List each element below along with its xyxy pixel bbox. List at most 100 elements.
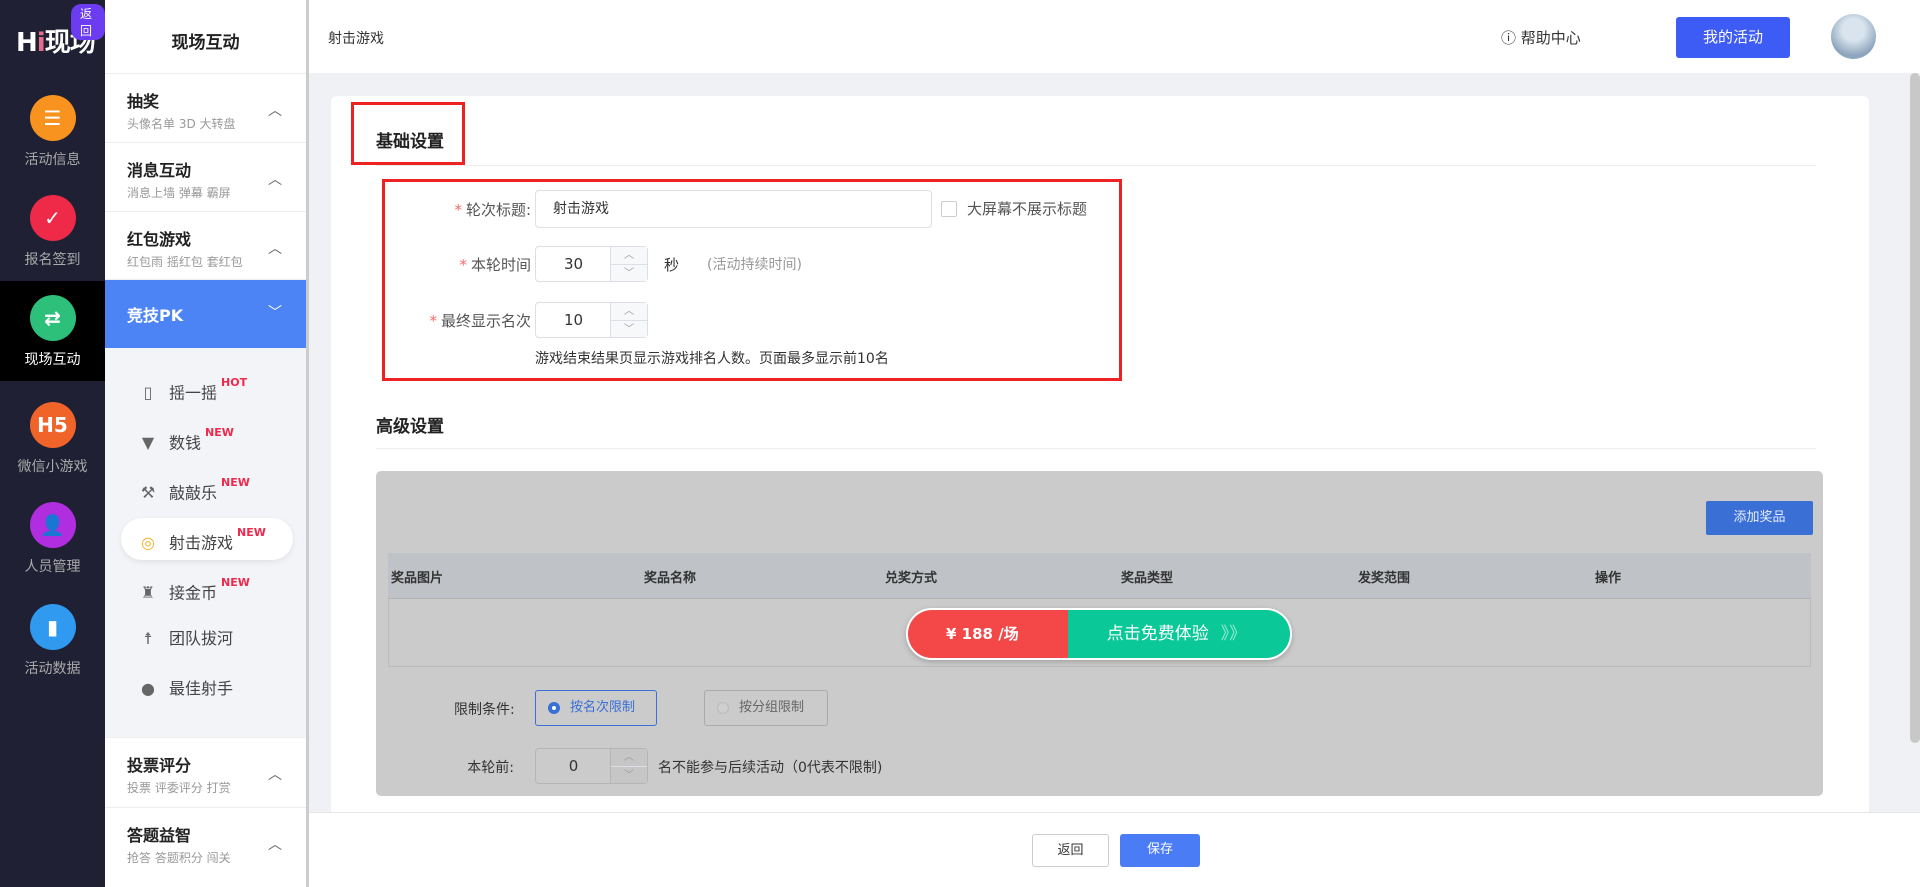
tug-of-war-icon: ☨ (143, 629, 153, 648)
sidebar-item-game[interactable]: ▯ 摇一摇HOT (121, 368, 293, 410)
rail-item-label: 活动信息 (24, 152, 81, 168)
limit-by-rank-radio[interactable]: 按名次限制 (535, 690, 657, 726)
divider (376, 165, 1816, 166)
rank-label: * 最终显示名次 (429, 312, 531, 330)
round-title-input[interactable]: 射击游戏 (535, 190, 932, 228)
chevron-up-icon: ︿ (268, 241, 282, 257)
rank-stepper[interactable]: 10 ︿ ﹀ (535, 302, 648, 338)
time-hint: (活动持续时间) (707, 257, 802, 273)
radio-label: 按名次限制 (570, 700, 636, 715)
sidebar-section[interactable]: 投票评分 投票 评委评分 打赏 ︿ (105, 737, 306, 806)
before-stepper[interactable]: 0 ︿ ﹀ (535, 748, 648, 784)
sidebar-item-game[interactable]: ☨ 团队拔河 (121, 618, 293, 660)
chevron-up-icon: ︿ (268, 767, 282, 783)
hide-title-checkbox[interactable] (941, 201, 957, 217)
sidebar-item-game[interactable]: ● 最佳射手 (121, 668, 293, 710)
stepper-value: 0 (568, 757, 579, 775)
round-time-stepper[interactable]: 30 ︿ ﹀ (535, 246, 648, 282)
secondary-sidebar: 现场互动 抽奖 头像名单 3D 大转盘 ︿ 消息互动 消息上墙 弹幕 霸屏 ︿ 红包游戏 红包… (105, 0, 309, 887)
basic-settings-title: 基础设置 (376, 132, 444, 152)
sidebar-section[interactable]: 答题益智 抢答 答题积分 闯关 ︿ (105, 807, 306, 876)
decrement-icon[interactable]: ﹀ (611, 320, 647, 337)
advanced-settings-title: 高级设置 (376, 417, 444, 437)
radio-dot (548, 702, 560, 714)
decrement-icon[interactable]: ﹀ (611, 264, 647, 281)
round-title-label: * 轮次标题: (454, 201, 531, 219)
avatar[interactable] (1831, 14, 1876, 59)
rail-item-3[interactable]: ⇄ 现场互动 (0, 281, 105, 381)
rail-item-2[interactable]: ✓ 报名签到 (0, 181, 105, 281)
help-center-link[interactable]: ⓘ 帮助中心 (1501, 27, 1581, 48)
game-label: 接金币 (169, 583, 218, 603)
target-icon: ◎ (141, 533, 155, 553)
sidebar-section[interactable]: 抽奖 头像名单 3D 大转盘 ︿ (105, 73, 306, 142)
column-header: 奖品类型 (1121, 571, 1174, 586)
advanced-settings-panel: 添加奖品 奖品图片 奖品名称 兑奖方式 奖品类型 发奖范围 操作 点击免费体验》… (376, 471, 1823, 796)
prize-table-header: 奖品图片 奖品名称 兑奖方式 奖品类型 发奖范围 操作 (388, 553, 1811, 599)
rail-item-label: 微信小游戏 (17, 459, 88, 475)
bar-chart-icon: ▮ (29, 604, 76, 650)
hide-title-label: 大屏幕不展示标题 (967, 200, 1088, 218)
sidebar-title: 现场互动 (171, 33, 240, 53)
decrement-icon[interactable]: ﹀ (611, 766, 647, 783)
sidebar-item-game[interactable]: ⚒ 敲敲乐NEW (121, 468, 293, 510)
back-badge[interactable]: 返回 (71, 4, 105, 40)
add-prize-button[interactable]: 添加奖品 (1706, 501, 1813, 535)
h5-icon: H5 (29, 402, 76, 448)
game-label: 最佳射手 (169, 679, 234, 698)
money-icon: ▼ (141, 433, 155, 453)
column-header: 操作 (1595, 571, 1622, 586)
badge: NEW (221, 476, 250, 489)
column-header: 兑奖方式 (885, 571, 938, 586)
breadcrumb: 射击游戏 (328, 31, 384, 47)
sidebar-section[interactable]: 红包游戏 红包雨 摇红包 套红包 ︿ (105, 211, 306, 280)
limit-by-group-radio[interactable]: 按分组限制 (704, 690, 828, 726)
rail-item-label: 报名签到 (24, 252, 81, 268)
stepper-value: 30 (563, 255, 584, 273)
help-label: 帮助中心 (1520, 29, 1581, 47)
game-label: 射击游戏 (169, 533, 234, 553)
sidebar-item-game[interactable]: ◎ 射击游戏NEW (121, 518, 293, 560)
limit-label: 限制条件: (454, 702, 515, 718)
save-button[interactable]: 保存 (1120, 834, 1200, 867)
sidebar-section[interactable]: 竞技PK ﹀ (105, 279, 306, 348)
top-header: 射击游戏 ⓘ 帮助中心 我的活动 (309, 0, 1920, 73)
stepper-value: 10 (563, 311, 584, 329)
arrows-icon: 》》 (1220, 624, 1247, 644)
increment-icon[interactable]: ︿ (611, 749, 647, 766)
my-activity-button[interactable]: 我的活动 (1676, 17, 1790, 58)
sidebar-item-game[interactable]: ♜ 接金币NEW (121, 568, 293, 610)
game-label: 摇一摇 (169, 383, 218, 403)
badge: HOT (221, 376, 248, 389)
rail-item-4[interactable]: H5 微信小游戏 (0, 388, 105, 488)
scrollbar[interactable] (1910, 73, 1920, 743)
game-label: 敲敲乐 (169, 483, 218, 503)
game-label: 数钱 (169, 433, 202, 453)
before-hint: 名不能参与后续活动（0代表不限制) (658, 760, 883, 776)
chevron-down-icon: ﹀ (268, 305, 282, 321)
rail-item-6[interactable]: ▮ 活动数据 (0, 590, 105, 690)
badge: NEW (237, 526, 266, 539)
rail-item-1[interactable]: ☰ 活动信息 (0, 81, 105, 181)
ball-icon: ● (141, 679, 155, 698)
radio-dot (717, 702, 729, 714)
interaction-icon: ⇄ (29, 295, 76, 341)
rail-item-label: 活动数据 (24, 661, 81, 677)
coin-catch-icon: ♜ (140, 583, 156, 603)
free-trial-cta: 点击免费体验 (1106, 624, 1209, 644)
chevron-up-icon: ︿ (268, 837, 282, 853)
chevron-up-icon: ︿ (268, 103, 282, 119)
chevron-up-icon: ︿ (268, 172, 282, 188)
footer-bar: 返回 保存 (309, 812, 1920, 887)
game-label: 团队拔河 (169, 629, 234, 648)
sidebar-item-game[interactable]: ▼ 数钱NEW (121, 418, 293, 460)
back-button[interactable]: 返回 (1032, 834, 1109, 867)
free-trial-banner[interactable]: 点击免费体验 》》 ¥ 188 /场 (906, 608, 1292, 660)
rank-hint: 游戏结束结果页显示游戏排名人数。页面最多显示前10名 (535, 351, 889, 367)
rail-item-label: 现场互动 (24, 352, 81, 368)
rail-item-5[interactable]: 👤 人员管理 (0, 488, 105, 588)
increment-icon[interactable]: ︿ (611, 247, 647, 264)
person-card-icon: 👤 (29, 502, 76, 548)
sidebar-section[interactable]: 消息互动 消息上墙 弹幕 霸屏 ︿ (105, 142, 306, 211)
increment-icon[interactable]: ︿ (611, 303, 647, 320)
